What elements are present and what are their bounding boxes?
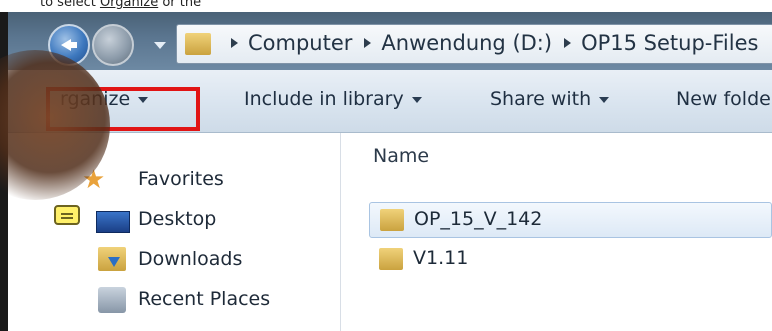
- instruction-link[interactable]: Organize: [100, 0, 158, 10]
- breadcrumb-arrow-icon[interactable]: [231, 38, 238, 48]
- breadcrumb: Computer Anwendung (D:) OP15 Setup-Files: [219, 31, 758, 55]
- list-item[interactable]: V1.11: [369, 242, 772, 278]
- column-header-name[interactable]: Name: [373, 145, 429, 167]
- forward-button[interactable]: [92, 24, 134, 66]
- nav-item-label: Downloads: [138, 248, 243, 270]
- list-item[interactable]: OP_15_V_142: [369, 202, 772, 238]
- screenshot: to select Organize or the Computer Anwend…: [0, 0, 772, 331]
- new-folder-label: New folde: [676, 88, 771, 110]
- breadcrumb-arrow-icon[interactable]: [564, 38, 572, 48]
- nav-item-recent-places[interactable]: Recent Places: [8, 283, 340, 317]
- file-name: V1.11: [413, 247, 469, 269]
- instruction-text: to select Organize or the: [0, 0, 772, 12]
- comment-note-icon: [54, 205, 80, 225]
- folder-icon: [185, 33, 211, 55]
- folder-icon: [379, 248, 403, 270]
- breadcrumb-folder[interactable]: OP15 Setup-Files: [581, 31, 758, 55]
- nav-item-downloads[interactable]: Downloads: [8, 243, 340, 277]
- recent-places-icon: [98, 287, 126, 313]
- navigation-bar: Computer Anwendung (D:) OP15 Setup-Files: [8, 12, 772, 70]
- new-folder-button[interactable]: New folde: [676, 88, 771, 110]
- nav-item-label: Favorites: [138, 168, 224, 190]
- breadcrumb-arrow-icon[interactable]: [364, 38, 372, 48]
- chevron-down-icon: [599, 96, 610, 103]
- share-with-label: Share with: [490, 88, 592, 110]
- breadcrumb-drive[interactable]: Anwendung (D:): [381, 31, 552, 55]
- breadcrumb-computer[interactable]: Computer: [248, 31, 352, 55]
- folder-icon: [380, 209, 404, 231]
- file-list: Name OP_15_V_142 V1.11: [341, 133, 772, 331]
- instruction-prefix: to select: [40, 0, 100, 10]
- chevron-down-icon: [411, 96, 422, 103]
- file-name: OP_15_V_142: [414, 208, 543, 230]
- desktop-icon: [96, 211, 130, 233]
- command-bar: rganize Include in library Share with Ne…: [8, 70, 772, 133]
- nav-item-label: Desktop: [138, 208, 217, 230]
- address-bar[interactable]: Computer Anwendung (D:) OP15 Setup-Files: [176, 24, 772, 64]
- include-in-library-button[interactable]: Include in library: [244, 88, 422, 110]
- recent-pages-chevron-icon[interactable]: [154, 42, 166, 49]
- nav-item-label: Recent Places: [138, 288, 271, 310]
- share-with-button[interactable]: Share with: [490, 88, 610, 110]
- explorer-window: Computer Anwendung (D:) OP15 Setup-Files r…: [8, 12, 772, 331]
- downloads-folder-icon: [98, 247, 126, 271]
- instruction-suffix: or the: [158, 0, 202, 10]
- include-in-library-label: Include in library: [244, 88, 404, 110]
